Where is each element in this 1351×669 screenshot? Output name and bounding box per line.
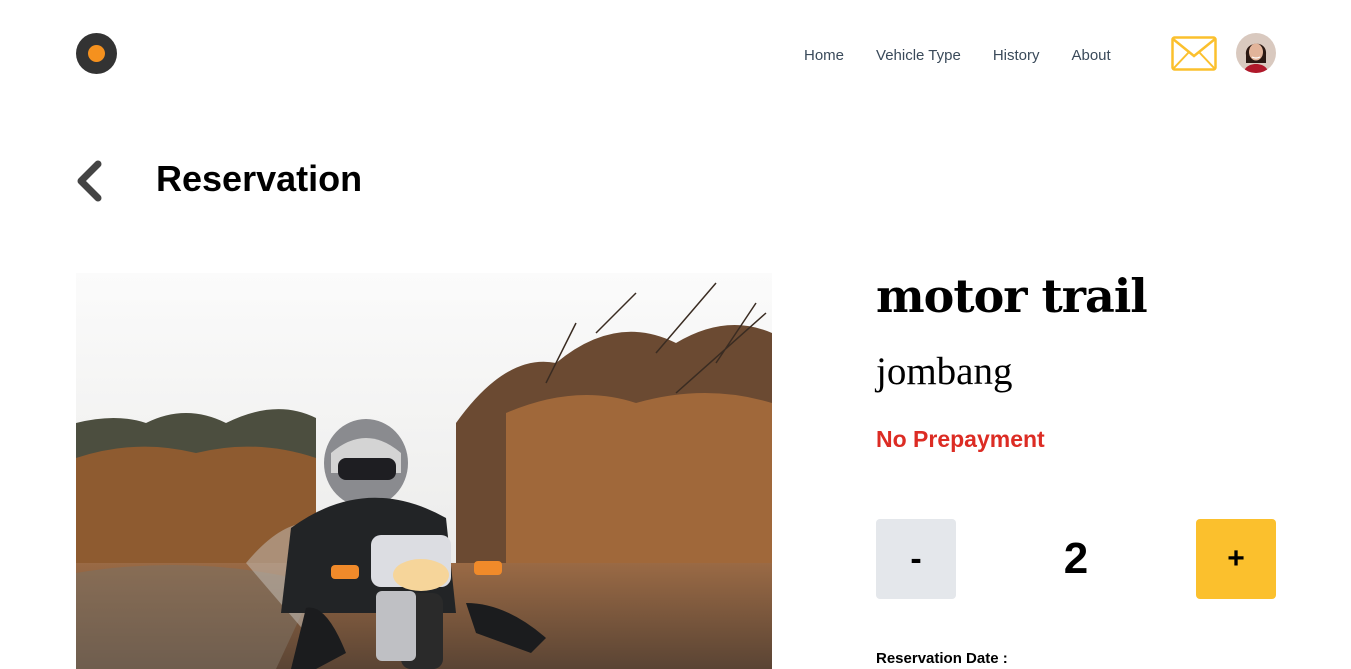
- nav-history[interactable]: History: [993, 46, 1040, 66]
- mail-icon[interactable]: [1171, 36, 1217, 71]
- nav-about[interactable]: About: [1071, 46, 1110, 66]
- reservation-date-label: Reservation Date :: [876, 650, 1008, 667]
- vehicle-name: motor trail: [876, 269, 1148, 323]
- main-nav: Home Vehicle Type History About: [804, 46, 1111, 66]
- logo[interactable]: [76, 33, 117, 74]
- quantity-value: 2: [1063, 534, 1089, 583]
- avatar-image: [1236, 33, 1276, 73]
- increase-quantity-button[interactable]: +: [1196, 519, 1276, 599]
- nav-home[interactable]: Home: [804, 46, 844, 66]
- vehicle-location: jombang: [876, 350, 1013, 393]
- motorcycle-photo: [76, 273, 772, 669]
- back-chevron-icon[interactable]: [74, 158, 106, 204]
- logo-dot: [88, 45, 105, 62]
- decrease-quantity-button[interactable]: -: [876, 519, 956, 599]
- page-title: Reservation: [156, 158, 363, 199]
- nav-vehicle-type[interactable]: Vehicle Type: [876, 46, 961, 66]
- prepayment-status: No Prepayment: [876, 426, 1045, 452]
- user-avatar[interactable]: [1236, 33, 1276, 73]
- vehicle-photo: [76, 273, 772, 669]
